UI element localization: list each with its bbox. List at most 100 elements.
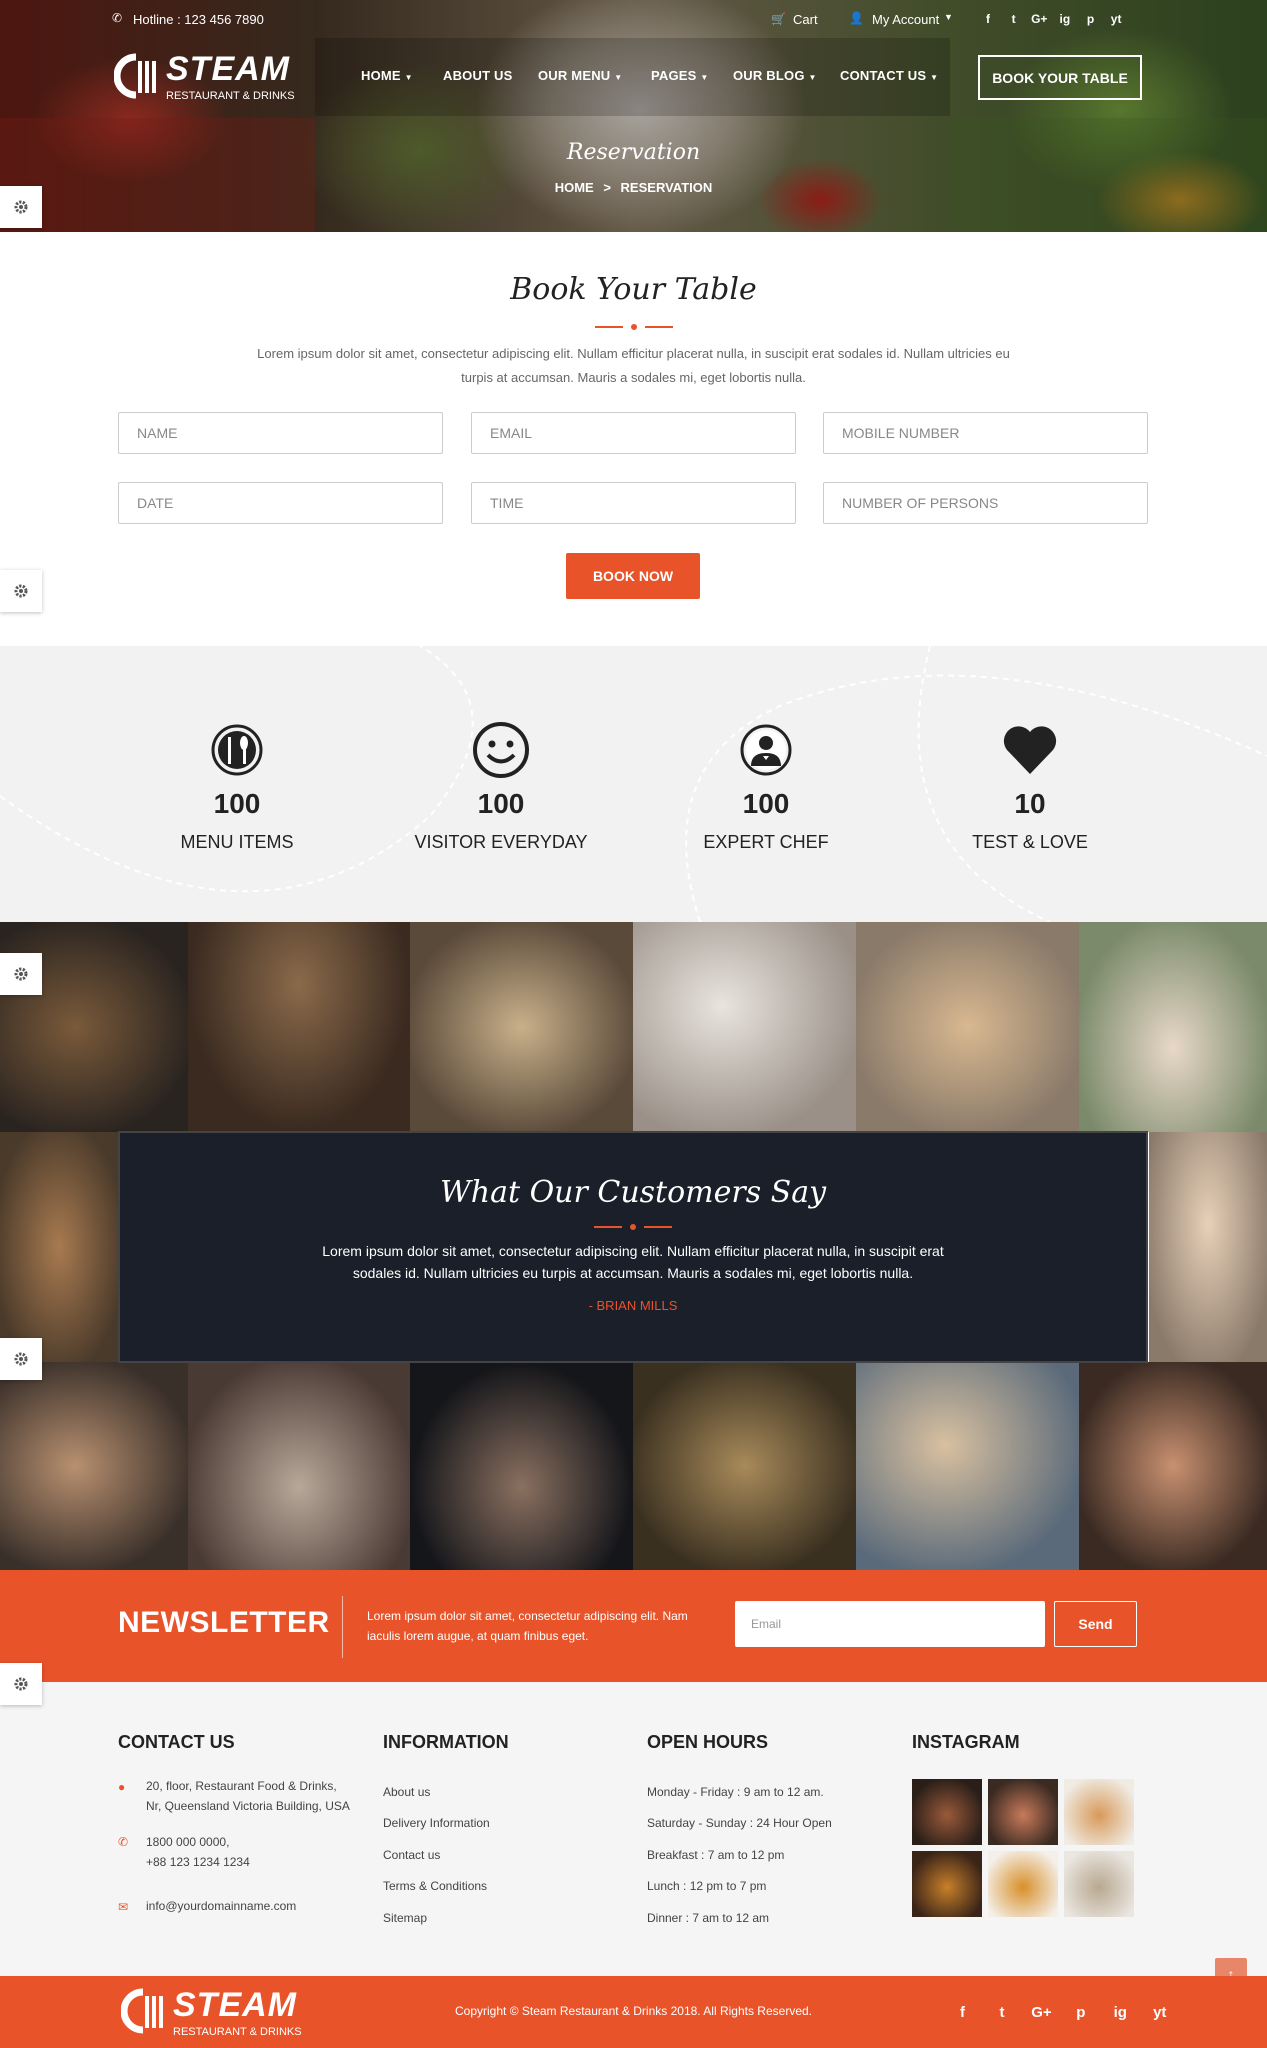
- gallery-photo: [633, 1362, 856, 1570]
- settings-toggle[interactable]: [0, 953, 42, 995]
- footer-socials: f t G+ p ig yt: [945, 2004, 1177, 2022]
- instagram-photo[interactable]: [988, 1779, 1058, 1845]
- user-icon[interactable]: 👤: [849, 11, 864, 25]
- footer-link[interactable]: Delivery Information: [383, 1813, 490, 1833]
- heart-icon: [1003, 726, 1057, 774]
- facebook-icon[interactable]: f: [977, 12, 999, 26]
- instagram-photo[interactable]: [912, 1779, 982, 1845]
- hero-image-right: [950, 118, 1267, 232]
- logo-icon[interactable]: [113, 53, 164, 99]
- instagram-photo[interactable]: [988, 1851, 1058, 1917]
- footer-link[interactable]: Terms & Conditions: [383, 1876, 487, 1896]
- name-field[interactable]: NAME: [118, 412, 443, 454]
- breadcrumb-home[interactable]: HOME: [555, 180, 594, 195]
- cart-link[interactable]: Cart: [793, 12, 818, 27]
- nav-our-menu[interactable]: OUR MENU ▼: [538, 68, 622, 83]
- brand-name[interactable]: STEAM: [166, 50, 290, 89]
- gear-icon: [14, 200, 28, 214]
- testimonial-quote: Lorem ipsum dolor sit amet, consectetur …: [322, 1243, 944, 1281]
- youtube-icon[interactable]: yt: [1105, 12, 1127, 26]
- footer-heading: OPEN HOURS: [647, 1732, 769, 1752]
- stat-label: TEST & LOVE: [972, 832, 1088, 852]
- newsletter-section: NEWSLETTER Lorem ipsum dolor sit amet, c…: [0, 1570, 1267, 1682]
- gallery-photo: [856, 922, 1079, 1132]
- nav-our-blog[interactable]: OUR BLOG ▼: [733, 68, 817, 83]
- gallery-photo: [633, 922, 856, 1132]
- nav-home[interactable]: HOME ▼: [361, 68, 413, 83]
- phone-icon: ✆: [112, 11, 123, 25]
- youtube-icon[interactable]: yt: [1142, 2004, 1177, 2021]
- hours-line: Lunch : 12 pm to 7 pm: [647, 1879, 767, 1893]
- instagram-icon[interactable]: ig: [1054, 12, 1076, 26]
- gallery-photo: [1079, 1362, 1267, 1570]
- map-pin-icon: ●: [118, 1780, 126, 1794]
- page-title: Reservation: [566, 140, 701, 165]
- chevron-down-icon: ▼: [404, 73, 413, 82]
- newsletter-send-button[interactable]: Send: [1054, 1601, 1137, 1647]
- gallery-photo: [856, 1362, 1079, 1570]
- nav-pages[interactable]: PAGES ▼: [651, 68, 709, 83]
- settings-toggle[interactable]: [0, 1663, 42, 1705]
- breadcrumb: HOME > RESERVATION: [0, 180, 1267, 195]
- settings-toggle[interactable]: [0, 186, 42, 228]
- cart-icon[interactable]: 🛒: [771, 12, 786, 26]
- footer-link[interactable]: Contact us: [383, 1845, 440, 1865]
- email-field[interactable]: EMAIL: [471, 412, 796, 454]
- gallery-photo: [188, 922, 410, 1132]
- newsletter-email-input[interactable]: Email: [735, 1601, 1045, 1647]
- gear-icon: [14, 967, 28, 981]
- breadcrumb-current: RESERVATION: [620, 180, 713, 195]
- footer-contact: CONTACT US: [118, 1732, 235, 1753]
- divider: [342, 1596, 343, 1658]
- facebook-icon[interactable]: f: [945, 2004, 980, 2021]
- chevron-down-icon: ▼: [944, 12, 953, 22]
- pinterest-icon[interactable]: p: [1080, 12, 1102, 26]
- newsletter-text: Lorem ipsum dolor sit amet, consectetur …: [367, 1609, 688, 1643]
- instagram-photo[interactable]: [912, 1851, 982, 1917]
- gallery-photo: [0, 1362, 188, 1570]
- nav-about-us[interactable]: ABOUT US: [443, 68, 513, 83]
- contact-email[interactable]: info@yourdomainname.com: [146, 1896, 296, 1916]
- twitter-icon[interactable]: t: [984, 2004, 1019, 2021]
- utensils-icon: [211, 724, 263, 776]
- booking-description: Lorem ipsum dolor sit amet, consectetur …: [257, 346, 1010, 385]
- google-plus-icon[interactable]: G+: [1028, 12, 1050, 26]
- hours-line: Breakfast : 7 am to 12 pm: [647, 1848, 785, 1862]
- gallery-photo: [1079, 922, 1267, 1132]
- nav-contact-us[interactable]: CONTACT US ▼: [840, 68, 938, 83]
- stat-label: EXPERT CHEF: [703, 832, 829, 852]
- instagram-icon[interactable]: ig: [1103, 2004, 1138, 2021]
- persons-field[interactable]: NUMBER OF PERSONS: [823, 482, 1148, 524]
- google-plus-icon[interactable]: G+: [1024, 2004, 1059, 2021]
- gallery-photo: [1149, 1132, 1267, 1362]
- gallery-photo: [0, 1132, 118, 1362]
- brand-tagline: RESTAURANT & DRINKS: [173, 2026, 302, 2038]
- footer-instagram: INSTAGRAM: [912, 1732, 1020, 1753]
- time-field[interactable]: TIME: [471, 482, 796, 524]
- footer-link[interactable]: About us: [383, 1782, 430, 1802]
- account-link[interactable]: My Account: [872, 12, 939, 27]
- instagram-photo[interactable]: [1064, 1851, 1134, 1917]
- footer: CONTACT US ● 20, floor, Restaurant Food …: [0, 1682, 1267, 1976]
- title-divider: [120, 1224, 1146, 1230]
- stat-value: 10: [1014, 788, 1046, 819]
- booking-title: Book Your Table: [510, 272, 757, 307]
- hours-line: Monday - Friday : 9 am to 12 am.: [647, 1785, 824, 1799]
- pinterest-icon[interactable]: p: [1063, 2004, 1098, 2021]
- date-field[interactable]: DATE: [118, 482, 443, 524]
- footer-link[interactable]: Sitemap: [383, 1908, 427, 1928]
- testimonial-title: What Our Customers Say: [439, 1175, 827, 1210]
- instagram-photo[interactable]: [1064, 1779, 1134, 1845]
- settings-toggle[interactable]: [0, 1338, 42, 1380]
- hotline-text: Hotline : 123 456 7890: [133, 12, 264, 27]
- chef-icon: [740, 724, 792, 776]
- stat-value: 100: [213, 788, 261, 819]
- footer-heading: INFORMATION: [383, 1732, 509, 1752]
- book-your-table-button[interactable]: BOOK YOUR TABLE: [978, 55, 1142, 100]
- settings-toggle[interactable]: [0, 570, 42, 612]
- book-now-button[interactable]: BOOK NOW: [566, 553, 700, 599]
- mobile-number-field[interactable]: MOBILE NUMBER: [823, 412, 1148, 454]
- smiley-icon: [473, 722, 529, 778]
- twitter-icon[interactable]: t: [1003, 12, 1025, 26]
- breadcrumb-separator: >: [603, 180, 611, 195]
